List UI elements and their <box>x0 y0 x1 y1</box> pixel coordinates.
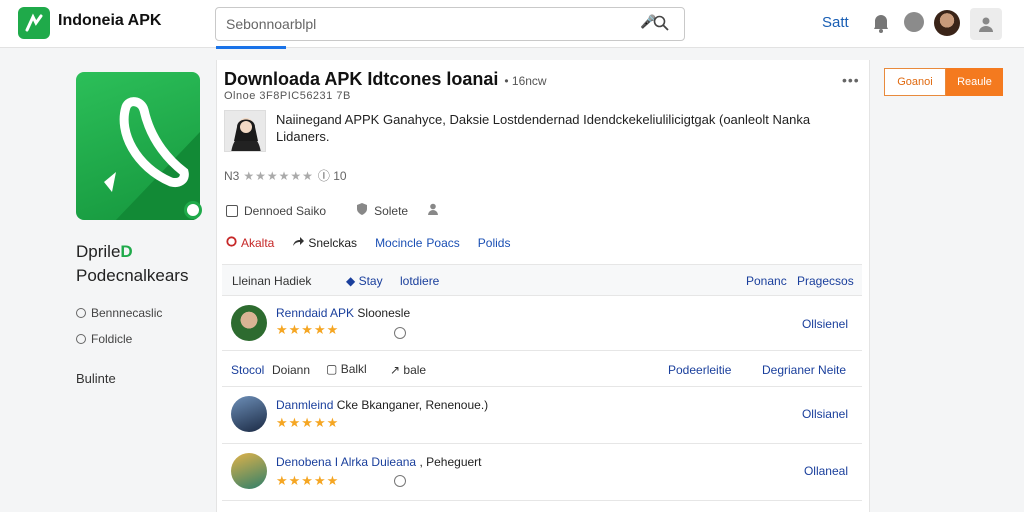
tab-label: Poacs <box>426 236 460 250</box>
tab-label: Snelckas <box>308 236 358 250</box>
list-item-title: Renndaid APK Sloonesle <box>276 306 410 320</box>
primary-button[interactable]: Reaule <box>946 68 1003 96</box>
list-header-col4[interactable]: Ponanc <box>746 274 787 288</box>
app-title: Downloada APK Idtcones loanai • 16ncw <box>224 69 547 90</box>
top-bar: Indoneia APK 🎤 Satt <box>0 0 1024 49</box>
list-item-stars: ★★★★★ <box>276 322 340 337</box>
meta-row: Dennoed Saiko Solete <box>226 203 439 218</box>
bell-icon[interactable] <box>872 13 890 38</box>
rating-prefix: N3 <box>224 168 240 183</box>
developer-thumbnail[interactable] <box>224 110 266 152</box>
rating-row: N3 ★★★★★★ Ⓘ 10 <box>224 167 347 184</box>
list-item-title-main: Danmleind <box>276 398 334 412</box>
app-meta: Olnoe 3F8PIC56231 7B <box>224 90 351 102</box>
comment-icon: ▢ <box>326 362 338 376</box>
person-icon <box>428 203 439 218</box>
list-item-link[interactable]: Ollsianel <box>802 407 848 421</box>
list-item-stars: ★★★★★ <box>276 415 340 430</box>
clock-icon <box>394 327 406 339</box>
meta-item-1: Dennoed Saiko <box>244 203 327 218</box>
action-item-1[interactable]: Stocol <box>231 363 264 377</box>
circle-icon <box>76 308 86 318</box>
list-header-col3[interactable]: lotdiere <box>400 274 439 288</box>
user-avatar[interactable] <box>934 10 960 36</box>
sidebar-item-label: Bennnecaslic <box>91 306 163 320</box>
search-icon[interactable] <box>653 15 669 36</box>
action-item-4-label: bale <box>403 363 427 377</box>
list-header-col2[interactable]: ◆ Stay <box>346 274 383 288</box>
tab-label: Mocincle <box>375 236 423 250</box>
tab-4[interactable]: Polids <box>478 236 511 250</box>
list-item-link[interactable]: Ollsienel <box>802 317 848 331</box>
brand-name[interactable]: Indoneia APK <box>58 12 161 30</box>
list-item-stars: ★★★★★ <box>276 473 340 488</box>
tab-3[interactable]: Mocincle Poacs <box>375 236 460 250</box>
list-header-col1[interactable]: Lleinan Hadiek <box>232 274 311 288</box>
logo-icon[interactable] <box>18 7 50 39</box>
rating-stars: ★★★★★★ <box>243 168 314 183</box>
list-item-title-sub: Sloonesle <box>357 306 411 320</box>
clock-icon <box>394 475 406 487</box>
list-header-col2-label: Stay <box>358 274 383 288</box>
search-small-icon <box>76 334 86 344</box>
avatar <box>231 396 267 432</box>
app-icon-large <box>76 72 200 220</box>
checkbox-icon[interactable] <box>226 204 238 217</box>
list-item[interactable]: Danmleind Cke Bkanganer, Renenoue.) ★★★★… <box>222 388 862 444</box>
sidebar-item-2[interactable]: Foldicle <box>76 332 132 346</box>
search-input[interactable] <box>216 8 616 40</box>
sidebar-title: DprileD Podecnalkears <box>76 240 188 288</box>
tab-2[interactable]: Snelckas <box>292 236 357 250</box>
sidebar-extra[interactable]: Bulinte <box>76 371 116 386</box>
sidebar-title-badge: D <box>120 242 133 261</box>
list-item[interactable]: Denobena I Alrka Duieana , Peheguert ★★★… <box>222 445 862 501</box>
tab-label: Akalta <box>241 236 275 250</box>
record-icon <box>226 236 237 250</box>
shield-icon <box>356 203 368 218</box>
action-item-6[interactable]: Degrianer Neite <box>762 363 846 377</box>
tab-label: Polids <box>477 236 511 250</box>
top-link[interactable]: Satt <box>822 14 849 31</box>
avatar <box>231 305 267 341</box>
app-status-badge <box>184 201 202 219</box>
list-item-title-main: Denobena I Alrka Duieana <box>276 455 417 469</box>
list-item-title-sub: , Peheguert <box>419 455 482 469</box>
meta-item-2: Solete <box>374 203 409 218</box>
tab-bar: Akalta Snelckas Mocincle Poacs Polids <box>226 236 528 250</box>
search-box[interactable] <box>215 7 685 41</box>
sidebar-item-1[interactable]: Bennnecaslic <box>76 306 162 320</box>
sidebar-title-line2: Podecnalkears <box>76 266 189 285</box>
search-underline <box>216 46 286 49</box>
app-description: Naiinegand APPK Ganahyce, Daksie Lostden… <box>276 112 811 144</box>
sidebar-title-line1: Dprile <box>76 242 121 261</box>
share-icon: ↗ <box>390 363 401 377</box>
list-item-title-sub: Cke Bkanganer, Renenoue.) <box>336 398 489 412</box>
more-options-icon[interactable]: ••• <box>842 72 860 88</box>
list-item[interactable]: Renndaid APK Sloonesle ★★★★★ Ollsienel <box>222 297 862 351</box>
sidebar-item-label: Foldicle <box>91 332 133 346</box>
app-title-suffix: • 16ncw <box>504 74 547 88</box>
action-item-3-label: Balkl <box>340 362 367 376</box>
list-item-title-main: Renndaid APK <box>276 306 355 320</box>
action-item-2[interactable]: Doiann <box>272 363 310 377</box>
action-item-5[interactable]: Podeerleitie <box>668 363 731 377</box>
rating-suffix: Ⓘ 10 <box>317 169 347 183</box>
list-item-link[interactable]: Ollaneal <box>804 464 848 478</box>
notification-icon[interactable] <box>904 12 924 32</box>
list-item-title: Denobena I Alrka Duieana , Peheguert <box>276 455 482 469</box>
tab-1[interactable]: Akalta <box>226 236 274 250</box>
list-item-title: Danmleind Cke Bkanganer, Renenoue.) <box>276 398 488 412</box>
action-item-3[interactable]: ▢ Balkl <box>326 362 367 376</box>
share-icon <box>292 236 305 250</box>
avatar <box>231 453 267 489</box>
account-icon[interactable] <box>970 8 1002 40</box>
list-header-col5[interactable]: Pragecsos <box>797 274 854 288</box>
action-item-4[interactable]: ↗ bale <box>390 363 426 377</box>
secondary-button[interactable]: Goanoi <box>884 68 946 96</box>
app-title-text: Downloada APK Idtcones loanai <box>224 69 499 89</box>
